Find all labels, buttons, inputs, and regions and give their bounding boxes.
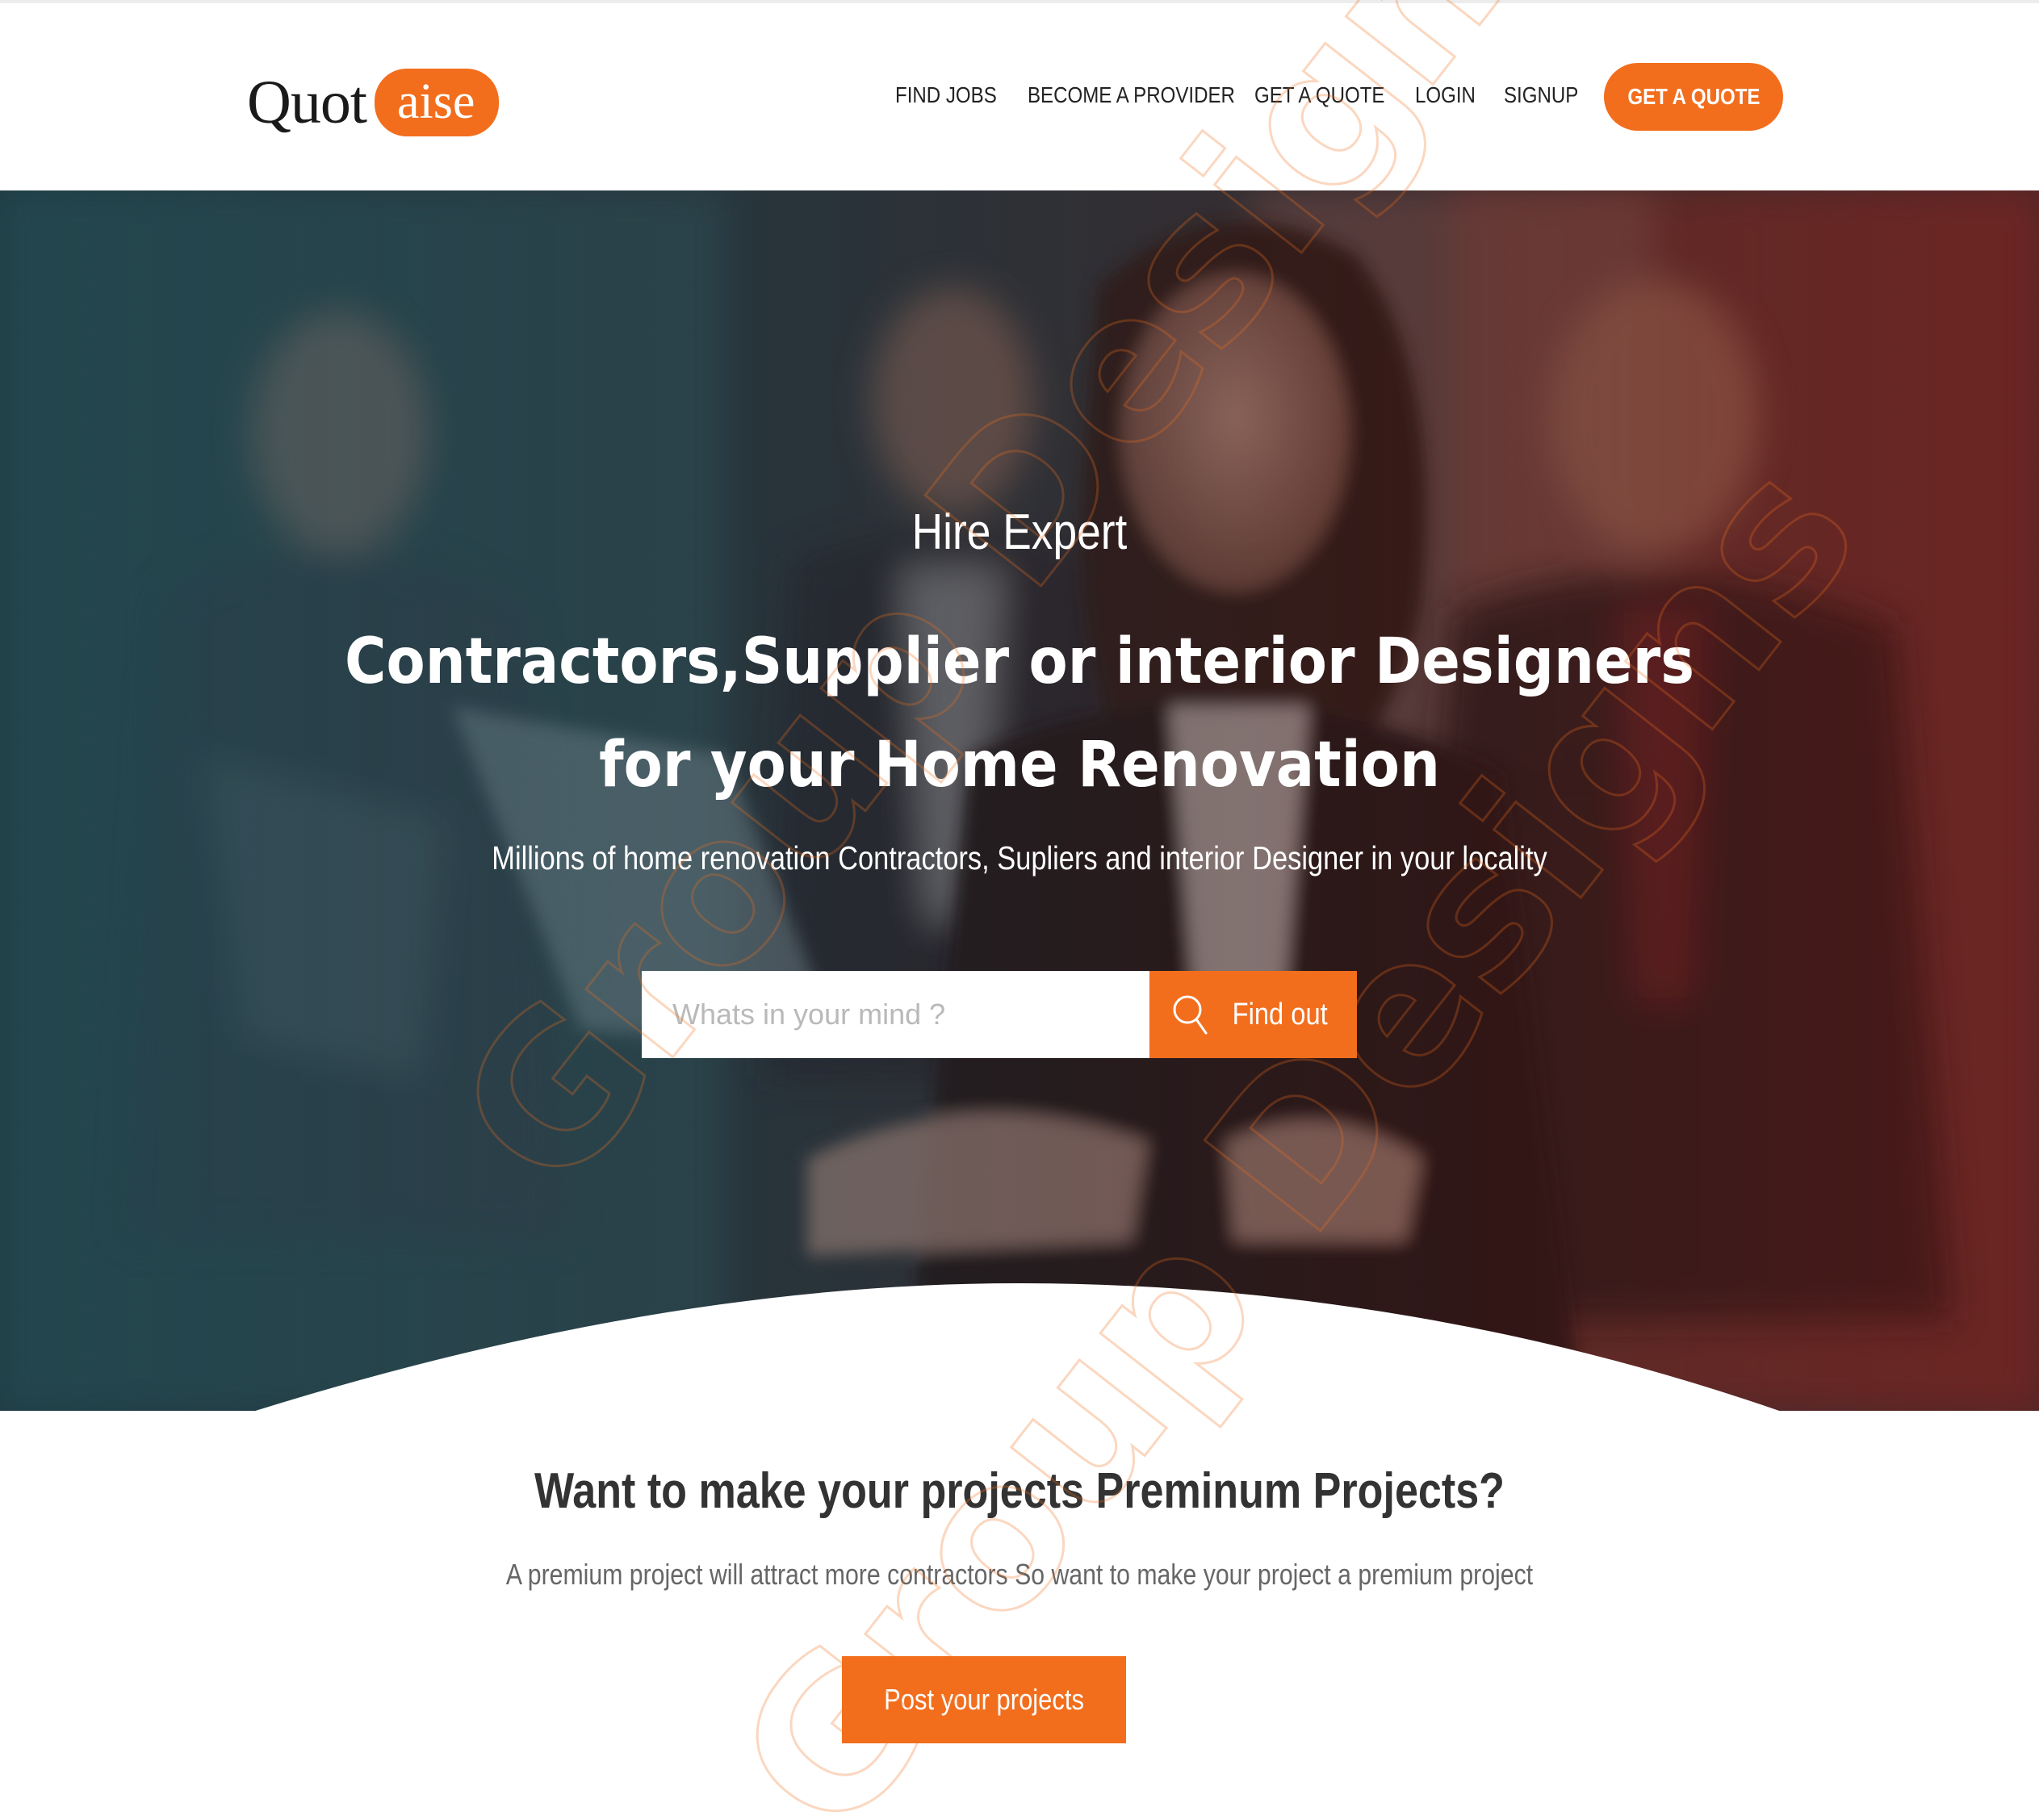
hero-subtitle: Millions of home renovation Contractors,… <box>492 839 1547 877</box>
get-quote-button-label: GET A QUOTE <box>1627 84 1761 109</box>
nav-signup[interactable]: SIGNUP <box>1504 82 1578 108</box>
search-input[interactable] <box>642 971 1149 1058</box>
hero-title-line-1: Contractors,Supplier or interior Designe… <box>344 625 1695 698</box>
hero-kicker: Hire Expert <box>911 504 1128 560</box>
nav-find-jobs[interactable]: FIND JOBS <box>895 82 997 108</box>
hero-title: Contractors,Supplier or interior Designe… <box>102 610 1936 817</box>
site-header: Quot aise FIND JOBS BECOME A PROVIDER GE… <box>0 0 2039 190</box>
get-quote-button[interactable]: GET A QUOTE <box>1604 63 1783 131</box>
logo-text-badge: aise <box>375 69 500 136</box>
premium-description: A premium project will attract more cont… <box>505 1558 1534 1591</box>
hero-bottom-curve <box>255 1283 1780 1411</box>
hero-section: Hire Expert Contractors,Supplier or inte… <box>0 190 2039 1411</box>
find-out-button-label: Find out <box>1232 997 1328 1031</box>
page: Quot aise FIND JOBS BECOME A PROVIDER GE… <box>0 0 2039 1820</box>
search-bar: Find out <box>642 971 1357 1058</box>
find-out-button[interactable]: Find out <box>1149 971 1357 1058</box>
nav-become-provider[interactable]: BECOME A PROVIDER <box>1028 82 1235 108</box>
logo-text-primary: Quot <box>247 69 367 136</box>
logo[interactable]: Quot aise <box>247 66 500 139</box>
post-projects-button[interactable]: Post your projects <box>842 1656 1126 1743</box>
nav-login[interactable]: LOGIN <box>1415 82 1476 108</box>
search-icon <box>1171 994 1208 1036</box>
premium-title: Want to make your projects Preminum Proj… <box>534 1463 1505 1519</box>
post-projects-button-label: Post your projects <box>884 1683 1084 1716</box>
hero-title-line-2: for your Home Renovation <box>599 729 1440 801</box>
nav-get-quote[interactable]: GET A QUOTE <box>1254 82 1384 108</box>
